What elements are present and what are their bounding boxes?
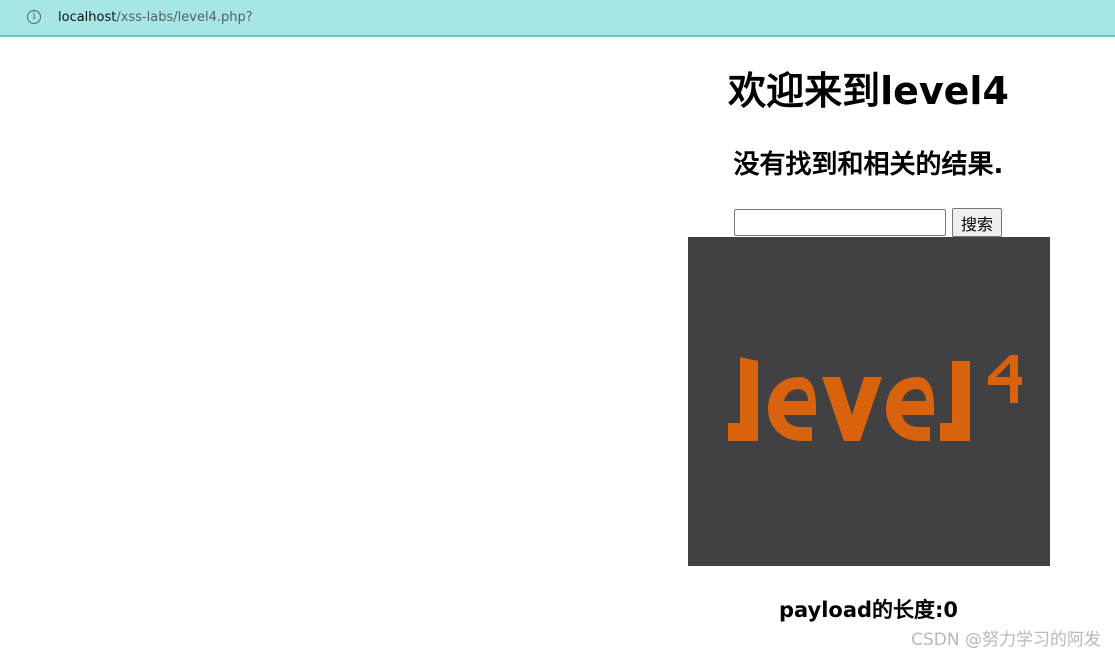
page-content: 欢迎来到level4 没有找到和相关的结果. 搜索 payload的长度:0 (0, 37, 1115, 656)
search-form: 搜索 (734, 208, 1003, 237)
payload-length: payload的长度:0 (778, 598, 959, 622)
csdn-watermark: CSDN @努力学习的阿发 (911, 630, 1101, 650)
url-text[interactable]: localhost/xss-labs/level4.php? (58, 10, 253, 25)
level4-logo-graphic (728, 355, 1022, 441)
search-input[interactable] (734, 209, 946, 236)
info-icon[interactable]: i (27, 10, 41, 24)
browser-address-bar: i localhost/xss-labs/level4.php? (0, 0, 1115, 37)
address-field[interactable]: i localhost/xss-labs/level4.php? (8, 2, 1115, 32)
result-text: 没有找到和相关的结果. (733, 150, 1004, 180)
url-path: /xss-labs/level4.php? (116, 9, 253, 25)
search-button[interactable]: 搜索 (952, 208, 1003, 237)
level-logo-image (688, 237, 1050, 566)
page-title: 欢迎来到level4 (728, 69, 1009, 113)
url-host: localhost (58, 9, 117, 25)
